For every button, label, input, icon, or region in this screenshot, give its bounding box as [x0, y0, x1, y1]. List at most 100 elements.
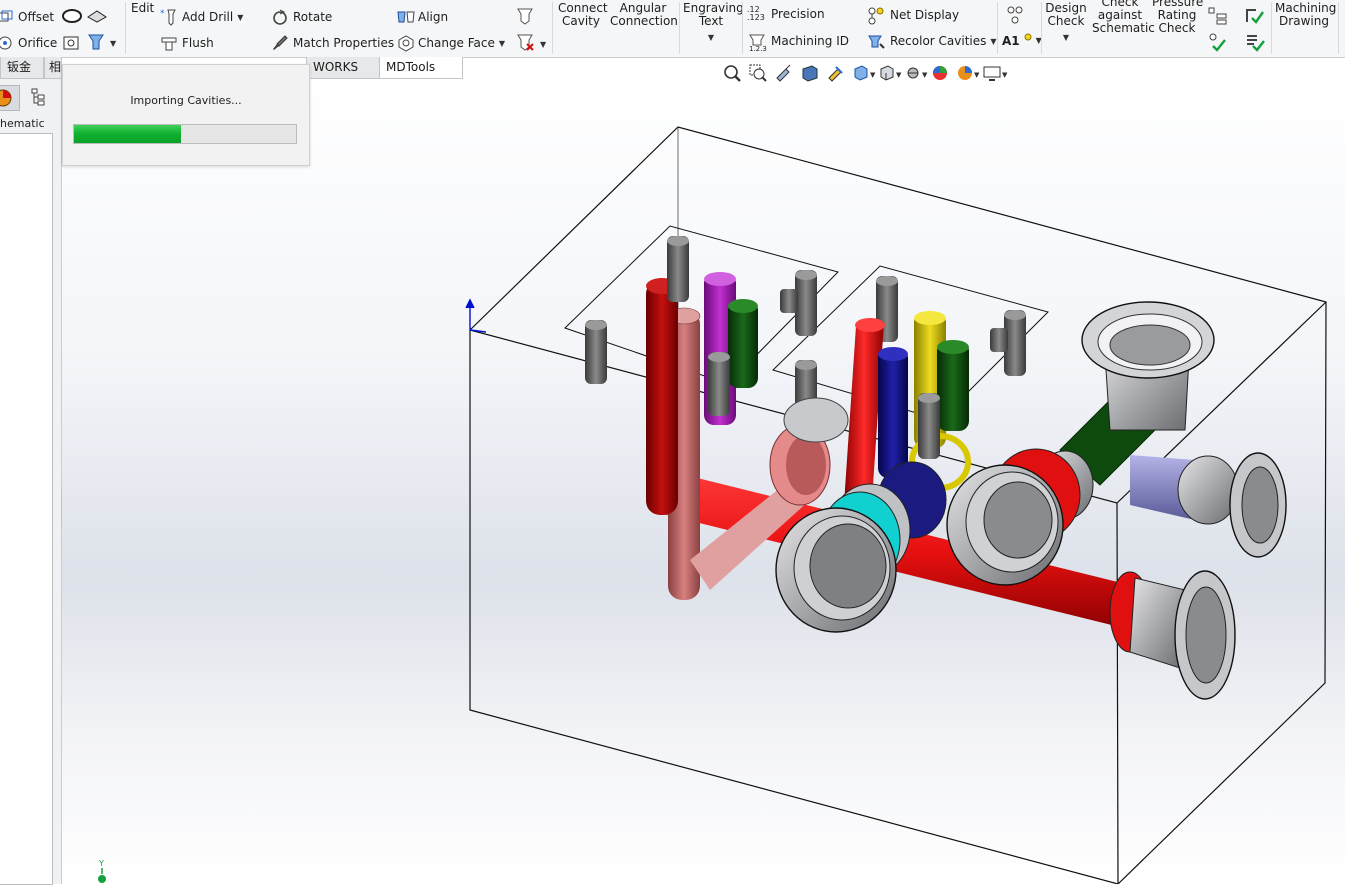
- design-check-button[interactable]: Design Check ▼: [1044, 2, 1088, 44]
- visibility-icon[interactable]: [1004, 4, 1026, 26]
- tree-check-icon[interactable]: [1207, 6, 1229, 26]
- svg-text:▼: ▼: [974, 71, 980, 79]
- plate-icon[interactable]: [86, 7, 108, 25]
- flush-button[interactable]: Flush: [160, 34, 214, 52]
- net-display-button[interactable]: Net Display: [866, 6, 959, 25]
- bottom-right-port: [1109, 570, 1236, 700]
- cavity-library-icon[interactable]: [61, 32, 83, 52]
- tab-solidworks-addins[interactable]: WORKS 插件: [306, 57, 380, 95]
- svg-text:▼: ▼: [922, 71, 928, 79]
- tab-hidden[interactable]: 相: [44, 57, 62, 79]
- change-face-button[interactable]: Change Face ▼: [396, 34, 505, 52]
- feature-tree[interactable]: [0, 133, 53, 885]
- green-cavity-right: [937, 340, 969, 431]
- appearance-tab-icon[interactable]: [0, 85, 20, 111]
- orifice-button[interactable]: Orifice: [0, 34, 57, 52]
- check-against-schematic-label-line3: Schematic: [1092, 21, 1155, 35]
- view-triad-icon: [98, 868, 106, 883]
- apply-scene-icon[interactable]: ▼: [956, 63, 980, 83]
- change-face-dropdown-icon[interactable]: ▼: [499, 39, 505, 48]
- angular-connection-label-line2: Connection: [610, 14, 678, 28]
- delete-cavity-icon[interactable]: ▼: [515, 32, 549, 54]
- hide-show-items-icon[interactable]: ▼: [904, 63, 928, 83]
- offset-label: Offset: [18, 10, 55, 24]
- dynamic-annotation-icon[interactable]: [826, 63, 846, 83]
- panel-tab-bar: [0, 83, 58, 111]
- ellipse-icon[interactable]: [61, 7, 83, 25]
- schematic-tab-label[interactable]: hematic: [0, 117, 45, 130]
- recolor-cavities-button[interactable]: Recolor Cavities ▼: [866, 32, 997, 50]
- lavender-side-port: [1130, 452, 1287, 558]
- add-drill-button[interactable]: * Add Drill ▼: [160, 8, 243, 26]
- edit-label: Edit: [131, 1, 155, 15]
- view-orientation-icon[interactable]: ▼: [852, 63, 876, 83]
- zoom-to-fit-icon[interactable]: [722, 63, 742, 83]
- design-check-dropdown-icon[interactable]: ▼: [1044, 31, 1088, 44]
- design-check-label-line2: Check: [1047, 14, 1085, 28]
- previous-view-icon[interactable]: [774, 63, 794, 83]
- dark-red-passage: [646, 278, 678, 515]
- flush-label: Flush: [182, 36, 214, 50]
- angular-connection-button[interactable]: Angular Connection: [610, 2, 678, 28]
- svg-text:▼: ▼: [896, 71, 902, 79]
- drill-bit-icon[interactable]: ▼: [86, 32, 120, 52]
- front-port-right: [946, 464, 1064, 586]
- view-settings-icon[interactable]: ▼: [982, 63, 1008, 83]
- a1-label: A1: [1002, 33, 1020, 48]
- edit-button[interactable]: Edit: [131, 1, 154, 15]
- engraving-text-button[interactable]: Engraving Text ▼: [683, 2, 744, 44]
- list-check-icon[interactable]: [1244, 32, 1266, 52]
- display-style-icon[interactable]: ▼: [878, 63, 902, 83]
- pressure-rating-check-button[interactable]: Pressure Rating Check: [1152, 0, 1203, 35]
- progress-bar: [73, 124, 297, 144]
- manifold-model[interactable]: [62, 79, 1345, 884]
- center-gray-plug: [918, 393, 940, 459]
- engraving-text-dropdown-icon[interactable]: ▼: [683, 31, 739, 44]
- front-port-left: [775, 507, 897, 633]
- precision-button[interactable]: .12 .123 Precision: [747, 6, 825, 22]
- add-drill-label: Add Drill: [182, 10, 234, 24]
- steel-fitting-back: [783, 397, 849, 443]
- section-view-icon[interactable]: [800, 63, 820, 83]
- rotate-icon: [271, 8, 289, 26]
- graphics-viewport[interactable]: Y: [62, 79, 1345, 884]
- match-properties-button[interactable]: Match Properties: [271, 34, 394, 52]
- zoom-area-icon[interactable]: [748, 63, 768, 83]
- edit-appearance-icon[interactable]: [930, 63, 950, 83]
- offset-icon: [0, 8, 14, 26]
- net-display-icon: [866, 6, 886, 25]
- svg-text:▼: ▼: [540, 40, 547, 49]
- svg-text:▼: ▼: [870, 71, 876, 79]
- connect-cavity-button[interactable]: Connect Cavity: [558, 2, 608, 28]
- align-button[interactable]: Align: [396, 8, 448, 26]
- add-drill-dropdown-icon[interactable]: ▼: [237, 13, 243, 22]
- a1-bulb-icon: [1024, 33, 1032, 48]
- annotation-a1-button[interactable]: A1 ▼: [1002, 33, 1042, 48]
- align-icon: [396, 8, 415, 26]
- pressure-rating-check-label-line3: Check: [1158, 21, 1196, 35]
- change-face-icon: [396, 34, 414, 52]
- tab-sheet-metal[interactable]: 钣金: [0, 57, 44, 79]
- brush-icon: [271, 34, 289, 52]
- tree-tab-icon[interactable]: [26, 85, 52, 109]
- recolor-cavities-label: Recolor Cavities: [890, 34, 987, 48]
- navy-cavity: [878, 347, 908, 478]
- rotate-button[interactable]: Rotate: [271, 8, 332, 26]
- precision-label: Precision: [771, 7, 825, 21]
- precision-icon: .12 .123: [747, 5, 765, 22]
- recolor-dropdown-icon[interactable]: ▼: [990, 37, 996, 46]
- drawing-check-icon[interactable]: [1244, 6, 1266, 26]
- cavity-tool-icon[interactable]: [515, 6, 535, 26]
- engraving-text-label-line2: Text: [698, 14, 724, 28]
- machining-drawing-label-line2: Drawing: [1279, 14, 1329, 28]
- triad-y-label: Y: [99, 859, 104, 868]
- machining-id-glyph: 1.2.3: [749, 45, 767, 53]
- svg-text:▼: ▼: [1002, 71, 1008, 79]
- check-against-schematic-button[interactable]: Check against Schematic: [1092, 0, 1155, 35]
- connection-check-icon[interactable]: [1207, 32, 1229, 52]
- tab-mdtools[interactable]: MDTools 980: [379, 57, 463, 95]
- offset-button[interactable]: Offset: [0, 8, 54, 26]
- add-drill-icon: *: [160, 8, 178, 26]
- machining-drawing-button[interactable]: Machining Drawing: [1275, 2, 1336, 28]
- heads-up-view-toolbar: ▼ ▼ ▼ ▼ ▼: [722, 62, 1008, 84]
